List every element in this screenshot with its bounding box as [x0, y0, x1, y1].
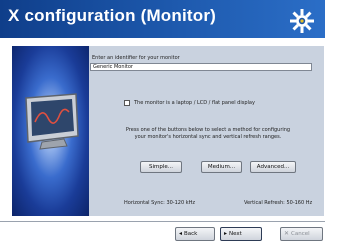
- back-button-label: Back: [184, 231, 198, 237]
- horizontal-sync-range: Horizontal Sync: 30-120 kHz: [124, 200, 196, 206]
- cancel-button-label: Cancel: [291, 231, 310, 237]
- cancel-button[interactable]: ✕ Cancel: [280, 227, 323, 241]
- configuration-window: X configuration (Monitor) Enter an ident…: [0, 0, 325, 249]
- window-title: X configuration (Monitor): [8, 6, 217, 25]
- back-arrow-icon: ◂: [179, 230, 183, 237]
- monitor-art-panel: [12, 46, 89, 216]
- simple-button[interactable]: Simple...: [140, 161, 182, 173]
- identifier-label: Enter an identifier for your monitor: [92, 55, 180, 61]
- next-arrow-icon: ▸: [224, 230, 228, 237]
- title-bar: X configuration (Monitor): [0, 0, 325, 38]
- next-button[interactable]: ▸ Next: [220, 227, 262, 241]
- lcd-checkbox-label: The monitor is a laptop / LCD / flat pan…: [134, 100, 255, 106]
- cancel-icon: ✕: [284, 230, 290, 237]
- monitor-icon: [25, 93, 79, 150]
- gear-icon: [290, 9, 314, 33]
- next-button-label: Next: [229, 231, 242, 237]
- advanced-button[interactable]: Advanced...: [250, 161, 296, 173]
- vertical-refresh-range: Vertical Refresh: 50-160 Hz: [244, 200, 313, 206]
- monitor-identifier-input[interactable]: Generic Monitor: [90, 63, 312, 71]
- medium-button[interactable]: Medium...: [201, 161, 242, 173]
- lcd-checkbox[interactable]: [124, 100, 130, 106]
- button-bar-divider: [0, 221, 325, 222]
- back-button[interactable]: ◂ Back: [175, 227, 215, 241]
- configuration-help-text: Press one of the buttons below to select…: [125, 127, 291, 140]
